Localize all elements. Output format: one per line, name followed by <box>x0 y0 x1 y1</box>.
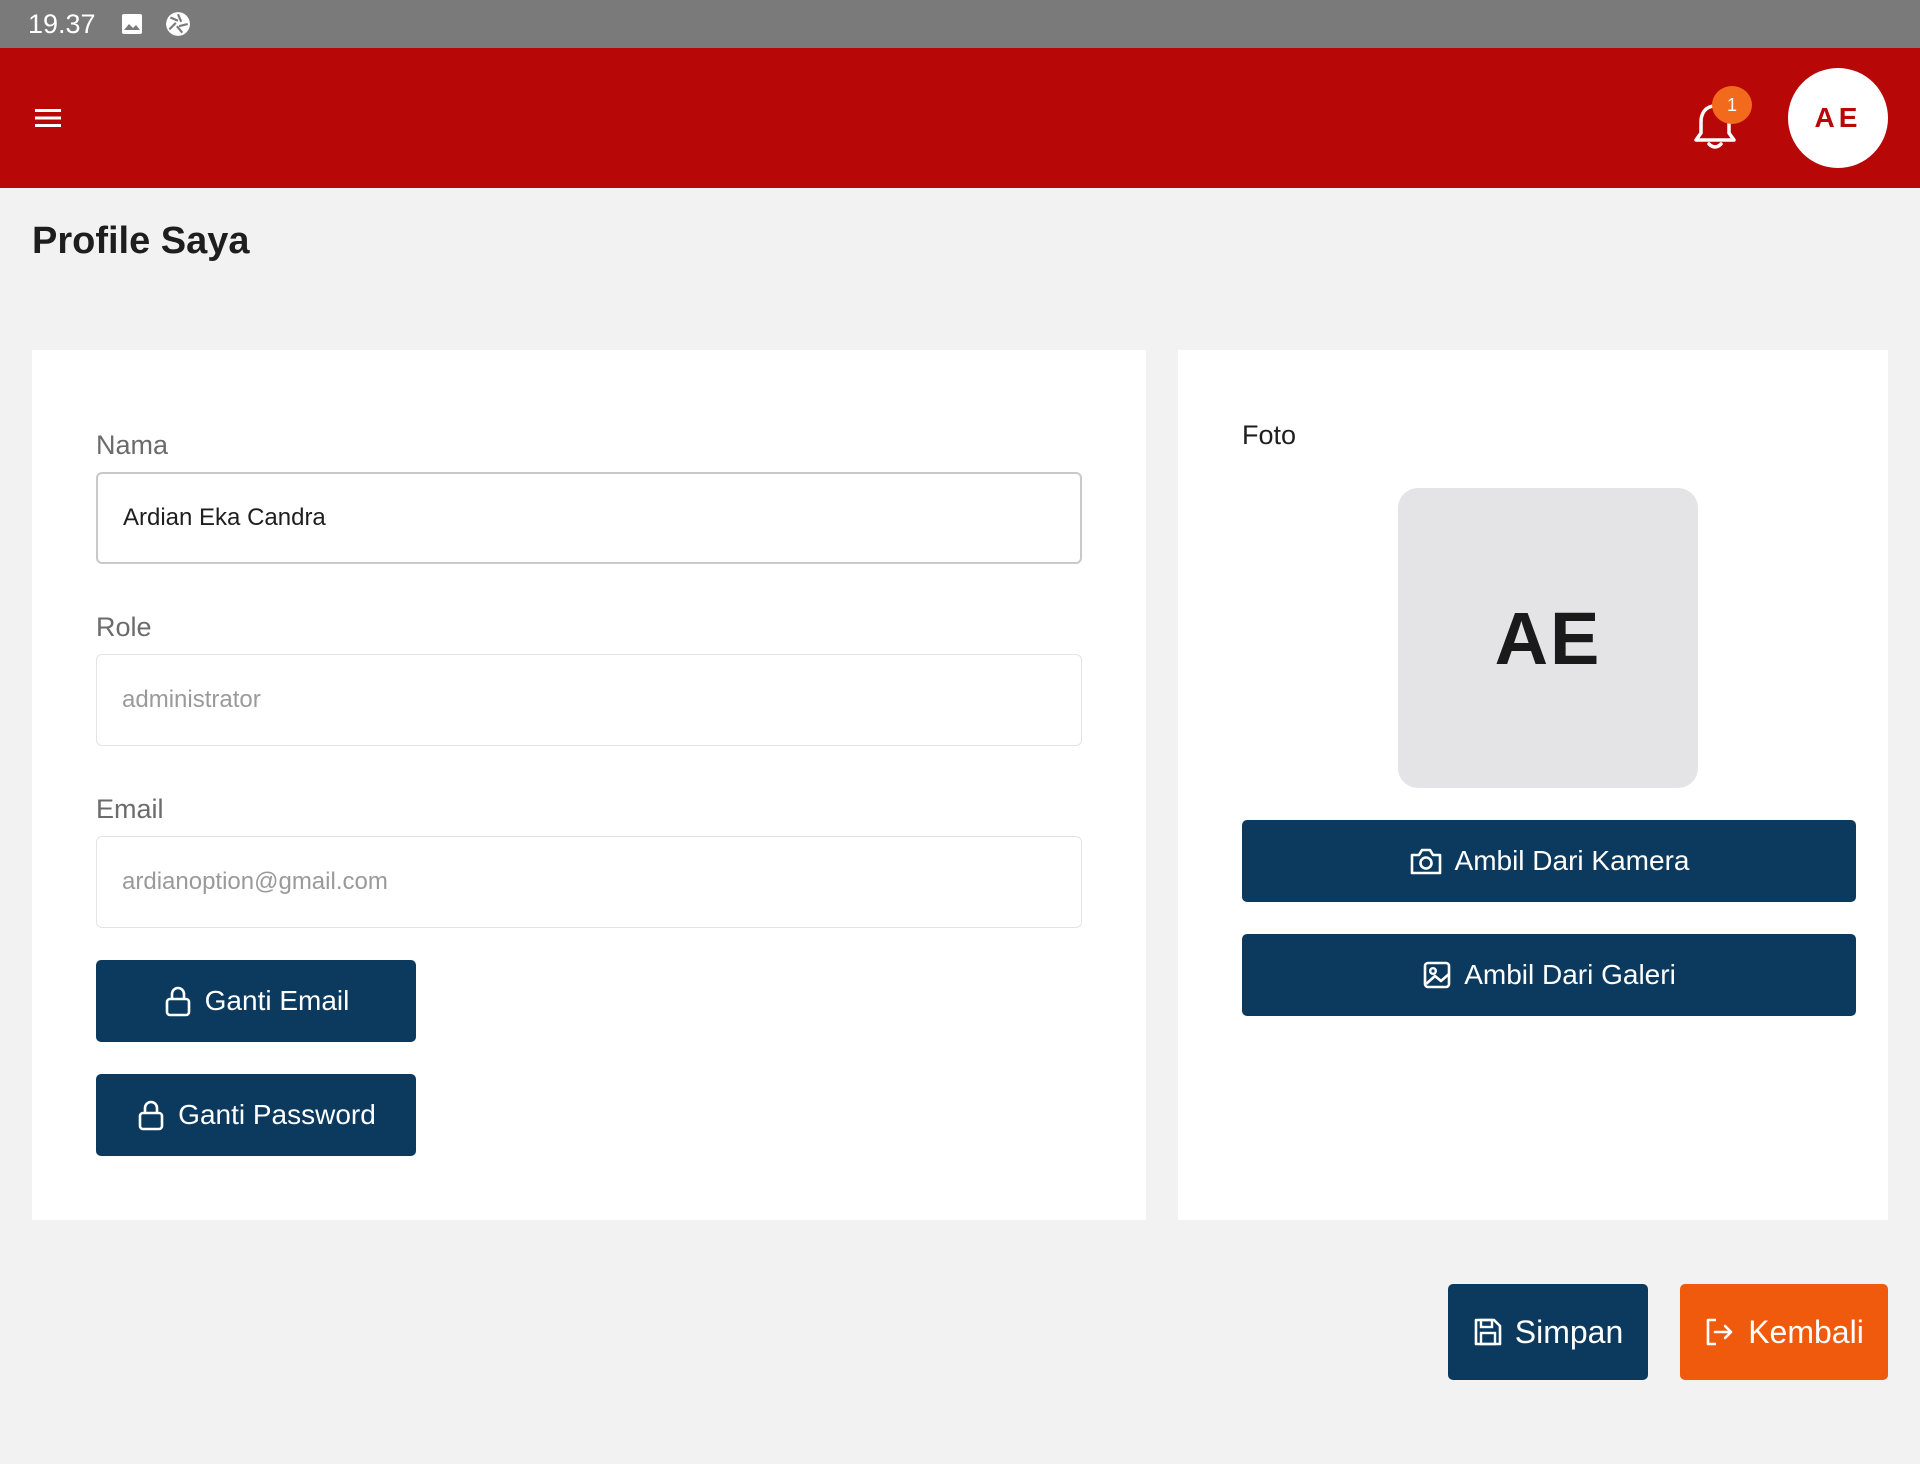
app-bar: 1 AE <box>0 48 1920 188</box>
simpan-label: Simpan <box>1514 1313 1624 1350</box>
email-label: Email <box>96 794 164 824</box>
image-icon <box>118 10 146 38</box>
foto-label: Foto <box>1242 420 1297 450</box>
avatar[interactable]: AE <box>1788 68 1888 168</box>
gallery-icon <box>1422 960 1452 990</box>
save-icon <box>1473 1317 1503 1347</box>
ambil-dari-galeri-label: Ambil Dari Galeri <box>1464 959 1676 990</box>
status-bar: 19.37 <box>0 0 1920 48</box>
lock-icon <box>136 1099 166 1131</box>
photo-card: Foto AE Ambil Dari Kamera Ambil Dari Gal… <box>1178 350 1888 1220</box>
menu-icon[interactable] <box>22 94 74 142</box>
shutter-icon <box>164 10 192 38</box>
role-label: Role <box>96 612 152 642</box>
ganti-email-button[interactable]: Ganti Email <box>96 960 416 1042</box>
profile-form-card: Nama Role Email Ganti Email Ganti Passwo… <box>32 350 1146 1220</box>
lock-icon <box>163 985 193 1017</box>
ambil-dari-kamera-button[interactable]: Ambil Dari Kamera <box>1242 820 1856 902</box>
role-input[interactable] <box>96 654 1082 746</box>
email-input[interactable] <box>96 836 1082 928</box>
ambil-dari-kamera-label: Ambil Dari Kamera <box>1454 845 1690 876</box>
status-time: 19.37 <box>28 8 96 39</box>
page-title: Profile Saya <box>32 220 250 262</box>
kembali-button[interactable]: Kembali <box>1680 1284 1888 1380</box>
notification-badge: 1 <box>1712 86 1752 124</box>
camera-icon <box>1409 846 1443 876</box>
profile-photo-placeholder: AE <box>1398 488 1698 788</box>
kembali-label: Kembali <box>1748 1313 1864 1350</box>
ganti-email-label: Ganti Email <box>204 985 350 1016</box>
ganti-password-label: Ganti Password <box>178 1099 376 1130</box>
nama-label: Nama <box>96 430 169 460</box>
simpan-button[interactable]: Simpan <box>1448 1284 1648 1380</box>
ambil-dari-galeri-button[interactable]: Ambil Dari Galeri <box>1242 934 1856 1016</box>
nama-input[interactable] <box>96 472 1082 564</box>
exit-icon <box>1704 1317 1736 1347</box>
ganti-password-button[interactable]: Ganti Password <box>96 1074 416 1156</box>
